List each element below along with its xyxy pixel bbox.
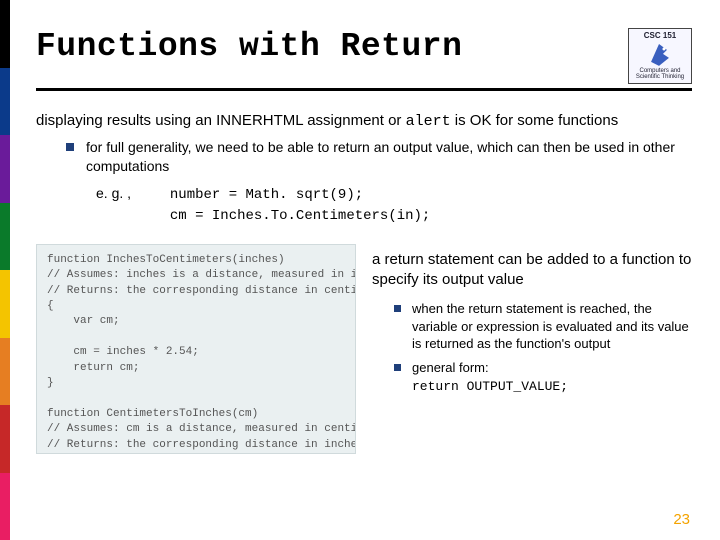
sub-bullet-form: general form: return OUTPUT_VALUE; bbox=[394, 359, 692, 395]
title-divider bbox=[36, 88, 692, 91]
example-code-2: cm = Inches.To.Centimeters(in); bbox=[170, 207, 430, 226]
bullet-generality: for full generality, we need to be able … bbox=[66, 138, 692, 176]
example-code-1: number = Math. sqrt(9); bbox=[170, 186, 363, 205]
logo-course-code: CSC 151 bbox=[644, 31, 676, 40]
bluejay-icon bbox=[645, 40, 675, 68]
page-number: 23 bbox=[673, 511, 690, 528]
logo-subtitle: Computers and Scientific Thinking bbox=[631, 68, 689, 81]
example-label: e. g. , bbox=[96, 184, 166, 203]
intro-text: displaying results using an INNERHTML as… bbox=[36, 111, 692, 132]
accent-stripe bbox=[0, 0, 10, 540]
slide-title: Functions with Return bbox=[36, 28, 628, 65]
sub-bullet-semantics: when the return statement is reached, th… bbox=[394, 300, 692, 353]
return-explanation: a return statement can be added to a fun… bbox=[372, 250, 692, 291]
code-snippet-image: function InchesToCentimeters(inches) // … bbox=[36, 244, 356, 454]
course-logo: CSC 151 Computers and Scientific Thinkin… bbox=[628, 28, 692, 84]
